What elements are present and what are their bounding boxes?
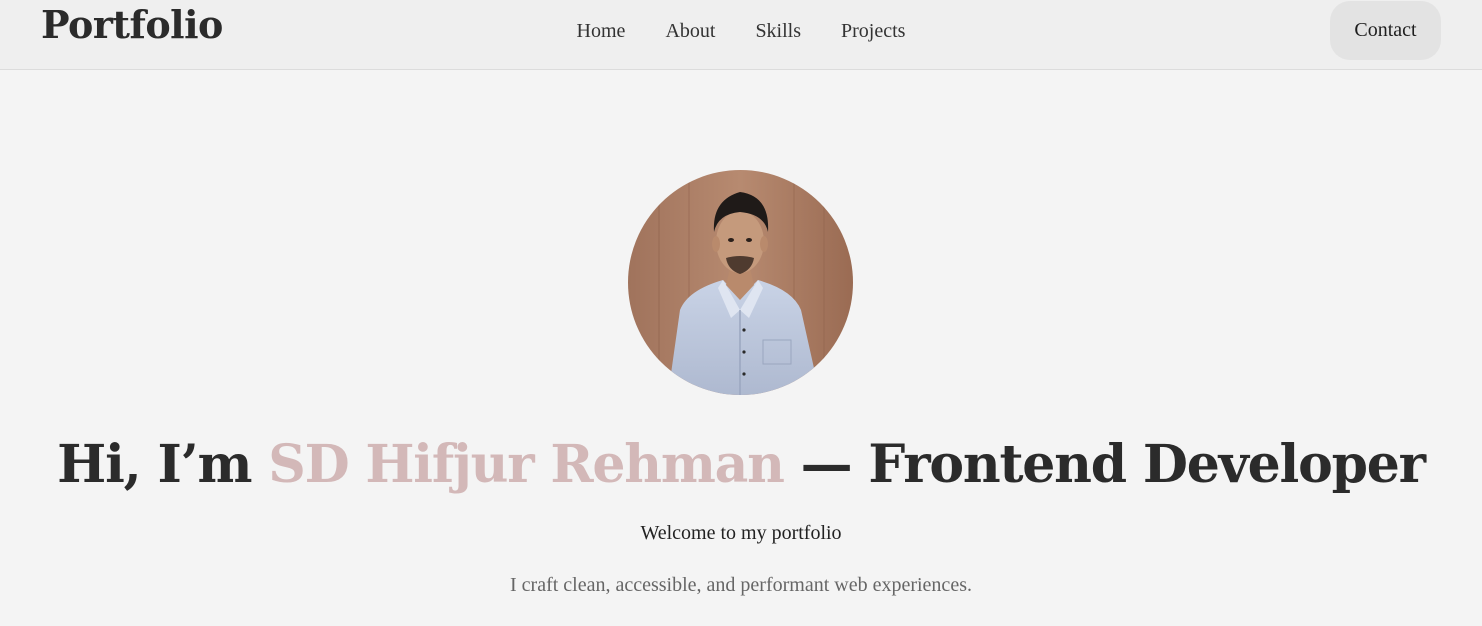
headline-suffix: — Frontend Developer	[783, 434, 1426, 495]
tagline-text: I craft clean, accessible, and performan…	[510, 574, 972, 596]
contact-button[interactable]: Contact	[1330, 1, 1441, 60]
headline-prefix: Hi, I’m	[57, 434, 269, 495]
brand-logo[interactable]: Portfolio	[41, 2, 223, 47]
headline-name: SD Hifjur Rehman	[268, 434, 785, 495]
hero-headline: Hi, I’m SD Hifjur Rehman — Frontend Deve…	[0, 434, 1482, 495]
nav-link-home[interactable]: Home	[577, 20, 626, 43]
welcome-text: Welcome to my portfolio	[640, 522, 842, 544]
nav-link-skills[interactable]: Skills	[755, 20, 801, 43]
profile-photo	[628, 170, 853, 395]
navbar: Portfolio Home About Skills Projects Con…	[0, 0, 1482, 70]
nav-link-about[interactable]: About	[665, 20, 715, 43]
nav-link-projects[interactable]: Projects	[841, 20, 905, 43]
